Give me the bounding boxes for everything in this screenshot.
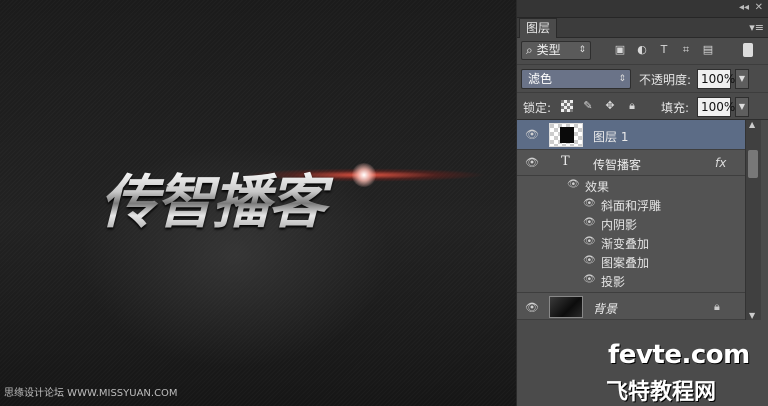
effect-drop-shadow[interactable]: 投影: [601, 273, 625, 290]
visibility-eye-icon[interactable]: 👁︎: [525, 301, 539, 314]
tab-layers[interactable]: 图层: [519, 18, 558, 38]
fill-input[interactable]: 100%: [697, 97, 735, 117]
layer-row-text[interactable]: 👁︎ T 传智播客 fx: [517, 150, 745, 176]
effect-bevel-emboss[interactable]: 斜面和浮雕: [601, 197, 661, 214]
lock-transparent-pixels-icon[interactable]: [561, 100, 573, 112]
layer-name[interactable]: 背景: [593, 300, 617, 317]
watermark-missyuan: 思缘设计论坛 WWW.MISSYUAN.COM: [4, 388, 178, 399]
lock-image-pixels-icon[interactable]: ✎: [581, 99, 595, 113]
lock-icon: 🔒︎: [714, 300, 720, 313]
type-filter-icon[interactable]: T: [657, 43, 671, 57]
layer-name[interactable]: 传智播客: [593, 156, 641, 173]
layer-row-layer1[interactable]: 👁︎ 图层 1: [517, 120, 745, 150]
filter-kind-select[interactable]: ⌕ 类型 ⇕: [521, 41, 591, 60]
fill-slider-button[interactable]: ▼: [735, 97, 749, 117]
layer-name[interactable]: 图层 1: [593, 128, 628, 145]
visibility-eye-icon[interactable]: 👁︎: [583, 274, 596, 285]
layer-row-background[interactable]: 👁︎ 背景 🔒︎: [517, 292, 745, 320]
effect-inner-shadow[interactable]: 内阴影: [601, 216, 637, 233]
filter-toggle-switch[interactable]: [743, 43, 753, 57]
search-icon: ⌕: [526, 43, 533, 57]
filter-kind-value: 类型: [536, 43, 561, 57]
opacity-label: 不透明度:: [639, 73, 692, 87]
watermark-site-name: 飞特教程网: [606, 380, 717, 405]
watermark-domain: fevte.com: [608, 340, 750, 370]
effect-pattern-overlay[interactable]: 图案叠加: [601, 254, 649, 271]
visibility-eye-icon[interactable]: 👁︎: [567, 179, 580, 190]
opacity-slider-button[interactable]: ▼: [735, 69, 749, 89]
scroll-thumb[interactable]: [748, 150, 758, 178]
scroll-down-icon[interactable]: ▼: [749, 311, 755, 320]
fx-icon[interactable]: fx: [715, 156, 726, 170]
visibility-eye-icon[interactable]: 👁︎: [525, 128, 539, 141]
lock-fill-row: 锁定: ✎ ✥ 🔒︎ 填充: 100% ▼: [517, 92, 768, 120]
watermark-fevte: fevte.com 飞特教程网: [606, 340, 766, 405]
blend-opacity-row: 滤色 ⇕ 不透明度: 100% ▼: [517, 64, 768, 92]
adjustment-filter-icon[interactable]: ◐: [635, 43, 649, 57]
close-panel-icon[interactable]: ✕: [755, 2, 763, 13]
updown-caret-icon: ⇕: [578, 45, 586, 55]
effect-gradient-overlay[interactable]: 渐变叠加: [601, 235, 649, 252]
visibility-eye-icon[interactable]: 👁︎: [525, 156, 539, 169]
fill-label: 填充:: [661, 101, 690, 115]
document-canvas[interactable]: 传智播客 思缘设计论坛 WWW.MISSYUAN.COM: [0, 0, 516, 406]
lock-position-icon[interactable]: ✥: [603, 99, 617, 113]
panel-title-bar: ◂◂ ✕: [517, 0, 768, 18]
image-filter-icon[interactable]: ▣: [613, 43, 627, 57]
layer-effects-list: 👁︎ 效果 👁︎ 斜面和浮雕 👁︎ 内阴影 👁︎ 渐变叠加 👁︎ 图案叠加 👁︎…: [517, 176, 745, 292]
type-layer-icon: T: [561, 154, 570, 169]
smart-object-filter-icon[interactable]: ▤: [701, 43, 715, 57]
layer-thumbnail: [549, 123, 583, 147]
collapse-panel-icon[interactable]: ◂◂: [739, 2, 749, 13]
lock-label: 锁定:: [523, 101, 552, 115]
lock-all-icon[interactable]: 🔒︎: [625, 99, 639, 113]
visibility-eye-icon[interactable]: 👁︎: [583, 255, 596, 266]
visibility-eye-icon[interactable]: 👁︎: [583, 198, 596, 209]
panel-menu-icon[interactable]: ▾≡: [749, 21, 764, 34]
opacity-input[interactable]: 100%: [697, 69, 735, 89]
shape-filter-icon[interactable]: ⌗: [679, 43, 693, 57]
layer-filter-row: ⌕ 类型 ⇕ ▣ ◐ T ⌗ ▤: [517, 38, 768, 64]
blend-mode-value: 滤色: [528, 72, 553, 86]
updown-caret-icon: ⇕: [618, 74, 626, 84]
visibility-eye-icon[interactable]: 👁︎: [583, 217, 596, 228]
visibility-eye-icon[interactable]: 👁︎: [583, 236, 596, 247]
layers-scrollbar[interactable]: ▲ ▼: [745, 120, 761, 320]
layer-thumbnail: [549, 296, 583, 318]
layers-list: 👁︎ 图层 1 👁︎ T 传智播客 fx 👁︎ 效果 👁︎ 斜面和浮雕 👁︎ 内…: [517, 120, 745, 320]
scroll-up-icon[interactable]: ▲: [749, 120, 755, 129]
canvas-title-text: 传智播客: [100, 168, 390, 236]
effects-label[interactable]: 效果: [585, 178, 609, 195]
blend-mode-select[interactable]: 滤色 ⇕: [521, 69, 631, 89]
